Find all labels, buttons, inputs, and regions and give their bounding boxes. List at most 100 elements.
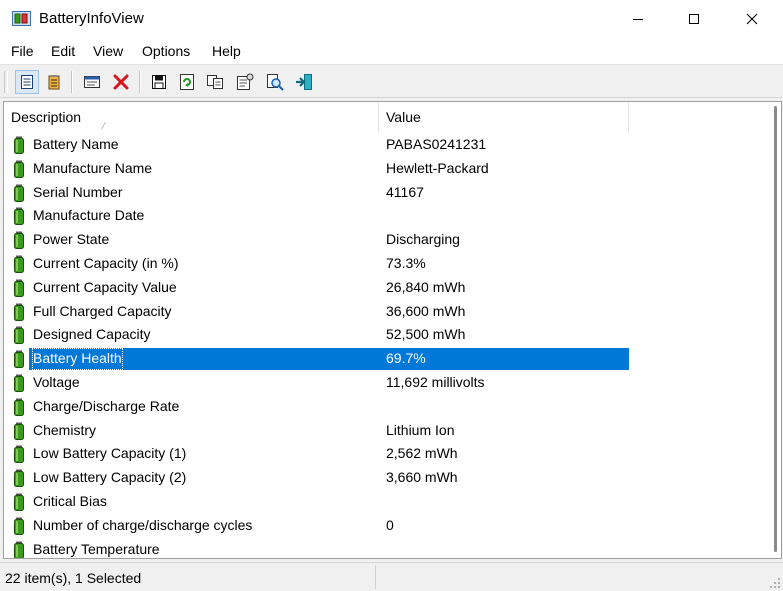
row-description: Battery Health [31,347,124,371]
table-row[interactable]: Battery Temperature [4,538,781,558]
minimize-button[interactable] [609,0,667,38]
battery-info-list[interactable]: Description ⁄ Value Battery Name PABAS024… [3,101,782,559]
row-description: Manufacture Name [33,159,153,176]
find-button[interactable] [263,70,287,94]
row-description: Chemistry [33,421,97,438]
table-row[interactable]: Charge/Discharge Rate [4,395,781,419]
battery-icon [14,374,24,392]
battery-icon [14,517,24,535]
table-row[interactable]: Current Capacity (in %) 73.3% [4,252,781,276]
maximize-button[interactable] [665,0,723,38]
properties-window-button[interactable] [80,70,104,94]
close-icon [746,13,758,25]
row-value: 3,660 mWh [386,469,458,486]
row-description: Charge/Discharge Rate [33,397,180,414]
table-row[interactable]: Designed Capacity 52,500 mWh [4,323,781,347]
table-row[interactable]: Manufacture Name Hewlett-Packard [4,157,781,181]
table-row[interactable]: Critical Bias [4,490,781,514]
battery-icon [14,469,24,488]
battery-icon [14,350,24,369]
status-item-count: 22 item(s), 1 Selected [5,570,142,586]
battery-log-mode-icon [48,75,60,90]
row-description: Current Capacity Value [33,278,177,295]
window-title: BatteryInfoView [39,10,144,27]
properties-icon [237,73,254,90]
battery-icon [14,303,24,321]
battery-icon [14,541,24,558]
row-description: Critical Bias [33,492,107,509]
table-row[interactable]: Current Capacity Value 26,840 mWh [4,276,781,300]
battery-icon [14,255,24,273]
table-row[interactable]: Manufacture Date [4,204,781,228]
table-row[interactable]: Low Battery Capacity (1) 2,562 mWh [4,442,781,466]
table-row[interactable]: Serial Number 41167 [4,181,781,205]
battery-icon [14,493,24,511]
delete-icon [113,74,129,90]
column-header-description[interactable]: Description ⁄ [4,102,379,132]
properties-button[interactable] [233,70,257,94]
refresh-button[interactable] [175,70,199,94]
menu-help[interactable]: Help [210,42,243,60]
row-value: 52,500 mWh [386,326,466,343]
row-description: Voltage [33,373,80,390]
battery-icon [14,136,24,154]
table-row[interactable]: Battery Name PABAS0241231 [4,133,781,157]
table-row[interactable]: Power State Discharging [4,228,781,252]
row-description: Number of charge/discharge cycles [33,516,253,533]
delete-button[interactable] [109,70,133,94]
save-button[interactable] [147,70,171,94]
table-row[interactable]: Chemistry Lithium Ion [4,419,781,443]
menu-view[interactable]: View [91,42,125,60]
table-row[interactable]: Full Charged Capacity 36,600 mWh [4,300,781,324]
find-icon [267,74,284,91]
column-header-value[interactable]: Value [379,102,629,132]
scrollbar-thumb[interactable] [774,106,777,552]
menu-bar: File Edit View Options Help [0,38,783,64]
row-value: 73.3% [386,254,426,271]
toolbar-grip[interactable] [4,71,8,93]
row-value: 41167 [386,183,424,200]
column-header-description-label: Description [11,109,82,125]
app-window: BatteryInfoView File Edit View Options H… [0,0,783,591]
copy-icon [207,75,223,89]
vertical-scrollbar[interactable] [769,102,781,558]
battery-icon [14,398,24,416]
menu-edit[interactable]: Edit [49,42,77,60]
status-divider [375,565,376,589]
menu-options[interactable]: Options [140,42,192,60]
resize-grip-icon[interactable] [769,577,781,589]
battery-info-mode-icon [21,75,33,89]
row-description: Manufacture Date [33,207,145,224]
battery-icon [14,422,24,440]
row-description: Low Battery Capacity (2) [33,469,187,486]
title-bar[interactable]: BatteryInfoView [0,0,783,38]
row-description: Designed Capacity [33,326,151,343]
battery-icon [14,445,24,464]
table-row[interactable]: Voltage 11,692 millivolts [4,371,781,395]
row-value: Hewlett-Packard [386,159,489,176]
battery-log-mode-button[interactable] [42,70,66,94]
battery-icon [14,184,24,202]
row-description: Current Capacity (in %) [33,254,179,271]
copy-button[interactable] [203,70,227,94]
refresh-icon [180,74,194,90]
app-icon [12,11,31,26]
row-value: Discharging [386,231,460,248]
row-description: Serial Number [33,183,123,200]
menu-file[interactable]: File [9,42,36,60]
exit-button[interactable] [292,70,316,94]
table-row[interactable]: Number of charge/discharge cycles 0 [4,514,781,538]
battery-icon [14,160,24,178]
row-value: Lithium Ion [386,421,455,438]
row-description: Low Battery Capacity (1) [33,445,187,462]
row-description: Full Charged Capacity [33,302,172,319]
save-icon [152,75,166,89]
row-value: 36,600 mWh [386,302,466,319]
table-row[interactable]: Battery Health 69.7% [4,347,781,371]
row-value: 0 [386,516,394,533]
battery-icon [14,207,24,226]
table-row[interactable]: Low Battery Capacity (2) 3,660 mWh [4,466,781,490]
battery-info-mode-button[interactable] [15,70,39,94]
close-button[interactable] [723,0,781,38]
row-description: Battery Name [33,136,119,152]
